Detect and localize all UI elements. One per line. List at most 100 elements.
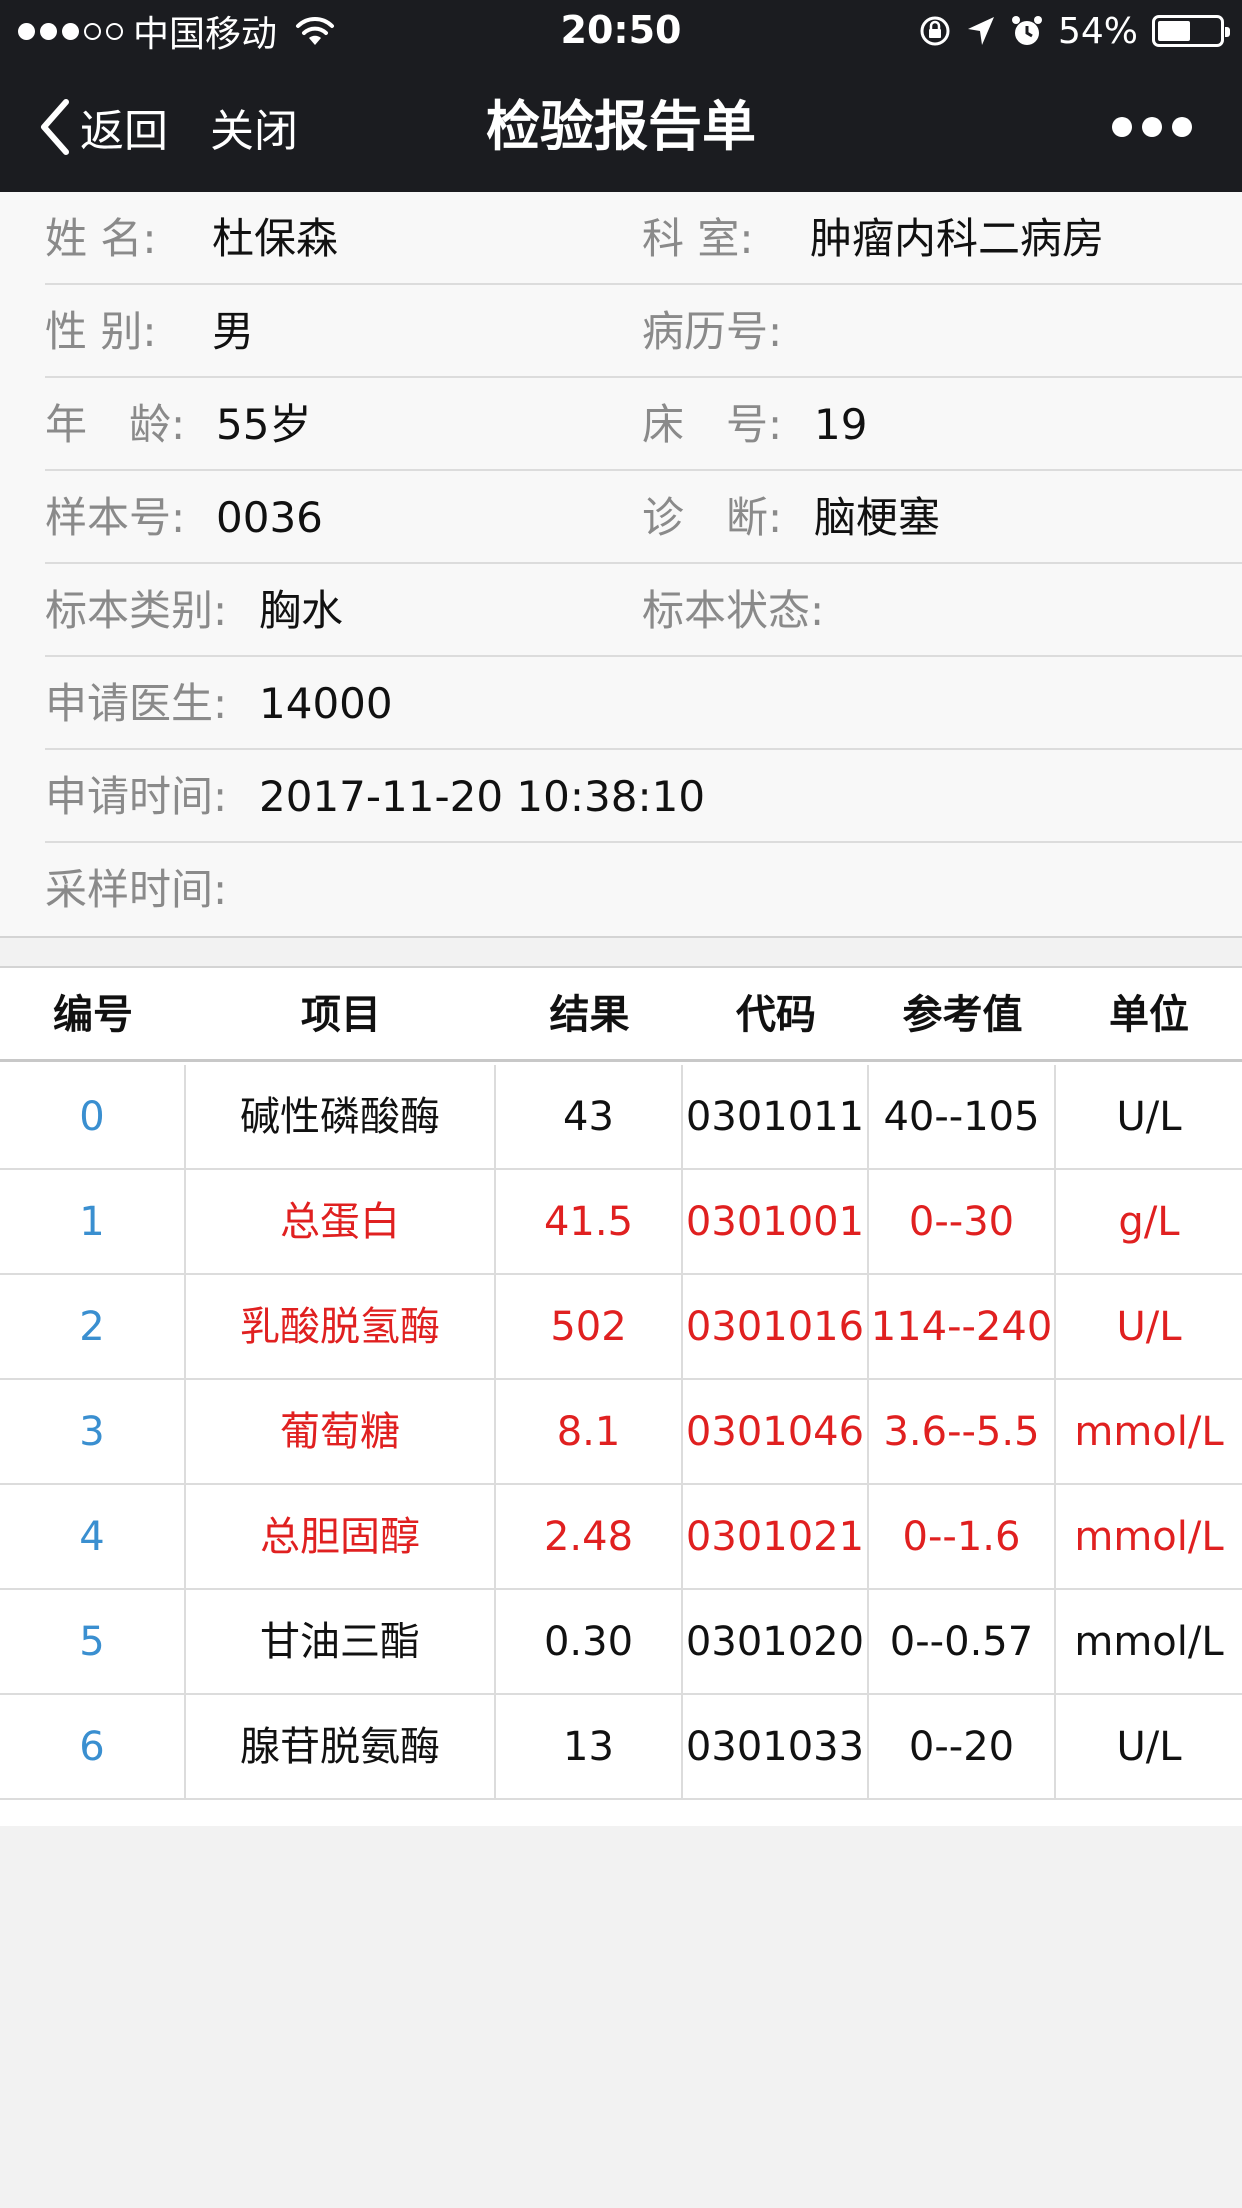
cell-item: 总蛋白	[186, 1170, 496, 1275]
battery-percent: 54%	[1057, 10, 1138, 52]
cell-unit: mmol/L	[1074, 1514, 1224, 1560]
table-row: 3 葡萄糖 8.1 0301046 3.6--5.5 mmol/L	[0, 1380, 1242, 1485]
cell-unit: g/L	[1118, 1199, 1180, 1245]
info-row-doctor: 申请医生: 14000	[45, 657, 1242, 750]
header-unit: 单位	[1109, 992, 1189, 1038]
record-label: 病历号:	[642, 307, 783, 356]
cell-result: 13	[496, 1695, 683, 1800]
cell-index[interactable]: 6	[0, 1695, 186, 1800]
cell-code: 0301011	[683, 1065, 869, 1170]
battery-icon	[1152, 15, 1230, 47]
table-header: 编号 项目 结果 代码 参考值 单位	[0, 968, 1242, 1062]
request-time-value: 2017-11-20 10:38:10	[259, 772, 706, 821]
page-title: 检验报告单	[486, 95, 756, 158]
cell-code: 0301001	[683, 1170, 869, 1275]
specimen-status-label: 标本状态:	[642, 586, 825, 635]
doctor-label: 申请医生:	[45, 679, 228, 728]
results-table: 编号 项目 结果 代码 参考值 单位 0 碱性磷酸酶 43 0301011 40--10…	[0, 966, 1242, 1826]
header-item: 项目	[301, 992, 381, 1038]
cell-index[interactable]: 3	[0, 1380, 186, 1485]
age-label: 年 龄:	[45, 400, 186, 449]
nav-bar: 返回 关闭 检验报告单	[0, 62, 1242, 192]
header-index: 编号	[53, 992, 133, 1038]
sample-time-label: 采样时间:	[45, 865, 228, 914]
info-row-gender: 性 别: 男 病历号:	[45, 285, 1242, 378]
cell-item: 甘油三酯	[186, 1590, 496, 1695]
doctor-value: 14000	[259, 679, 393, 728]
info-row-age: 年 龄: 55岁 床 号: 19	[45, 378, 1242, 471]
sample-value: 0036	[216, 493, 323, 542]
cell-reference: 3.6--5.5	[869, 1380, 1056, 1485]
header-result: 结果	[549, 992, 630, 1038]
status-bar: 中国移动 20:50 54%	[0, 0, 1242, 62]
location-arrow-icon	[967, 17, 994, 45]
info-row-sample: 样本号: 0036 诊 断: 脑梗塞	[45, 471, 1242, 564]
cell-index[interactable]: 2	[0, 1275, 186, 1380]
sample-label: 样本号:	[45, 493, 186, 542]
cell-result: 502	[496, 1275, 683, 1380]
bed-value: 19	[814, 400, 868, 449]
cell-result: 8.1	[496, 1380, 683, 1485]
cell-item: 碱性磷酸酶	[186, 1065, 496, 1170]
cell-item: 总胆固醇	[186, 1485, 496, 1590]
header-reference: 参考值	[902, 992, 1023, 1038]
orientation-lock-icon	[920, 16, 950, 46]
cell-unit: U/L	[1116, 1724, 1182, 1770]
cell-reference: 0--1.6	[869, 1485, 1056, 1590]
cell-item: 葡萄糖	[186, 1380, 496, 1485]
cell-item: 乳酸脱氢酶	[186, 1275, 496, 1380]
cell-code: 0301016	[683, 1275, 869, 1380]
info-row-request-time: 申请时间: 2017-11-20 10:38:10	[45, 750, 1242, 843]
cell-result: 41.5	[496, 1170, 683, 1275]
cell-reference: 114--240	[869, 1275, 1056, 1380]
cell-unit: mmol/L	[1074, 1619, 1224, 1665]
battery-fill	[1158, 21, 1190, 41]
cell-index[interactable]: 4	[0, 1485, 186, 1590]
cell-reference: 40--105	[869, 1065, 1056, 1170]
dept-label: 科 室:	[642, 214, 754, 263]
cell-index[interactable]: 1	[0, 1170, 186, 1275]
cell-result: 43	[496, 1065, 683, 1170]
table-row: 4 总胆固醇 2.48 0301021 0--1.6 mmol/L	[0, 1485, 1242, 1590]
diagnosis-label: 诊 断:	[642, 493, 783, 542]
bed-label: 床 号:	[642, 400, 783, 449]
cell-reference: 0--20	[869, 1695, 1056, 1800]
table-row: 5 甘油三酯 0.30 0301020 0--0.57 mmol/L	[0, 1590, 1242, 1695]
cell-code: 0301033	[683, 1695, 869, 1800]
more-dots-icon[interactable]	[1112, 62, 1192, 192]
name-value: 杜保森	[212, 214, 339, 263]
cell-result: 2.48	[496, 1485, 683, 1590]
specimen-type-value: 胸水	[259, 586, 344, 635]
table-row: 0 碱性磷酸酶 43 0301011 40--105 U/L	[0, 1065, 1242, 1170]
cell-item: 腺苷脱氨酶	[186, 1695, 496, 1800]
cell-index[interactable]: 0	[0, 1065, 186, 1170]
specimen-type-label: 标本类别:	[45, 586, 228, 635]
cell-unit: mmol/L	[1074, 1409, 1224, 1455]
cell-unit: U/L	[1116, 1304, 1182, 1350]
cell-code: 0301021	[683, 1485, 869, 1590]
request-time-label: 申请时间:	[45, 772, 228, 821]
diagnosis-value: 脑梗塞	[814, 493, 941, 542]
name-label: 姓 名:	[45, 214, 157, 263]
cell-code: 0301020	[683, 1590, 869, 1695]
gender-value: 男	[212, 307, 255, 356]
table-row: 2 乳酸脱氢酶 502 0301016 114--240 U/L	[0, 1275, 1242, 1380]
alarm-icon	[1011, 16, 1042, 45]
cell-code: 0301046	[683, 1380, 869, 1485]
cell-index[interactable]: 5	[0, 1590, 186, 1695]
status-right: 54%	[918, 8, 1230, 54]
header-code: 代码	[736, 992, 816, 1038]
cell-reference: 0--30	[869, 1170, 1056, 1275]
info-row-sample-time: 采样时间:	[45, 843, 1242, 936]
gender-label: 性 别:	[45, 307, 157, 356]
table-row: 1 总蛋白 41.5 0301001 0--30 g/L	[0, 1170, 1242, 1275]
info-row-specimen: 标本类别: 胸水 标本状态:	[45, 564, 1242, 657]
age-value: 55岁	[216, 400, 312, 449]
cell-reference: 0--0.57	[869, 1590, 1056, 1695]
dept-value: 肿瘤内科二病房	[810, 214, 1105, 263]
table-row: 6 腺苷脱氨酶 13 0301033 0--20 U/L	[0, 1695, 1242, 1800]
cell-result: 0.30	[496, 1590, 683, 1695]
patient-info: 姓 名: 杜保森 科 室: 肿瘤内科二病房 性 别: 男 病历号: 年 龄: 5…	[0, 192, 1242, 938]
cell-unit: U/L	[1116, 1094, 1182, 1140]
info-row-name: 姓 名: 杜保森 科 室: 肿瘤内科二病房	[45, 192, 1242, 285]
